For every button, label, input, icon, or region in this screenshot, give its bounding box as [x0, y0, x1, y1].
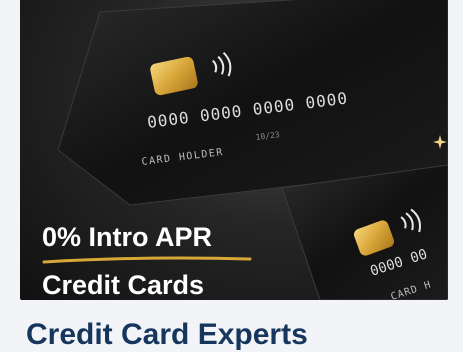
section-headline[interactable]: Credit Card Experts	[26, 318, 308, 352]
promo-card-tile[interactable]: 0000 0000 0000 0000 10/23 CARD HOLDER 00…	[20, 0, 448, 300]
promo-line-1: 0% Intro APR	[42, 222, 213, 252]
gold-underline	[42, 256, 252, 264]
promo-line-2: Credit Cards	[42, 270, 205, 300]
credit-card-bottom: 0000 00 CARD H	[281, 164, 448, 300]
